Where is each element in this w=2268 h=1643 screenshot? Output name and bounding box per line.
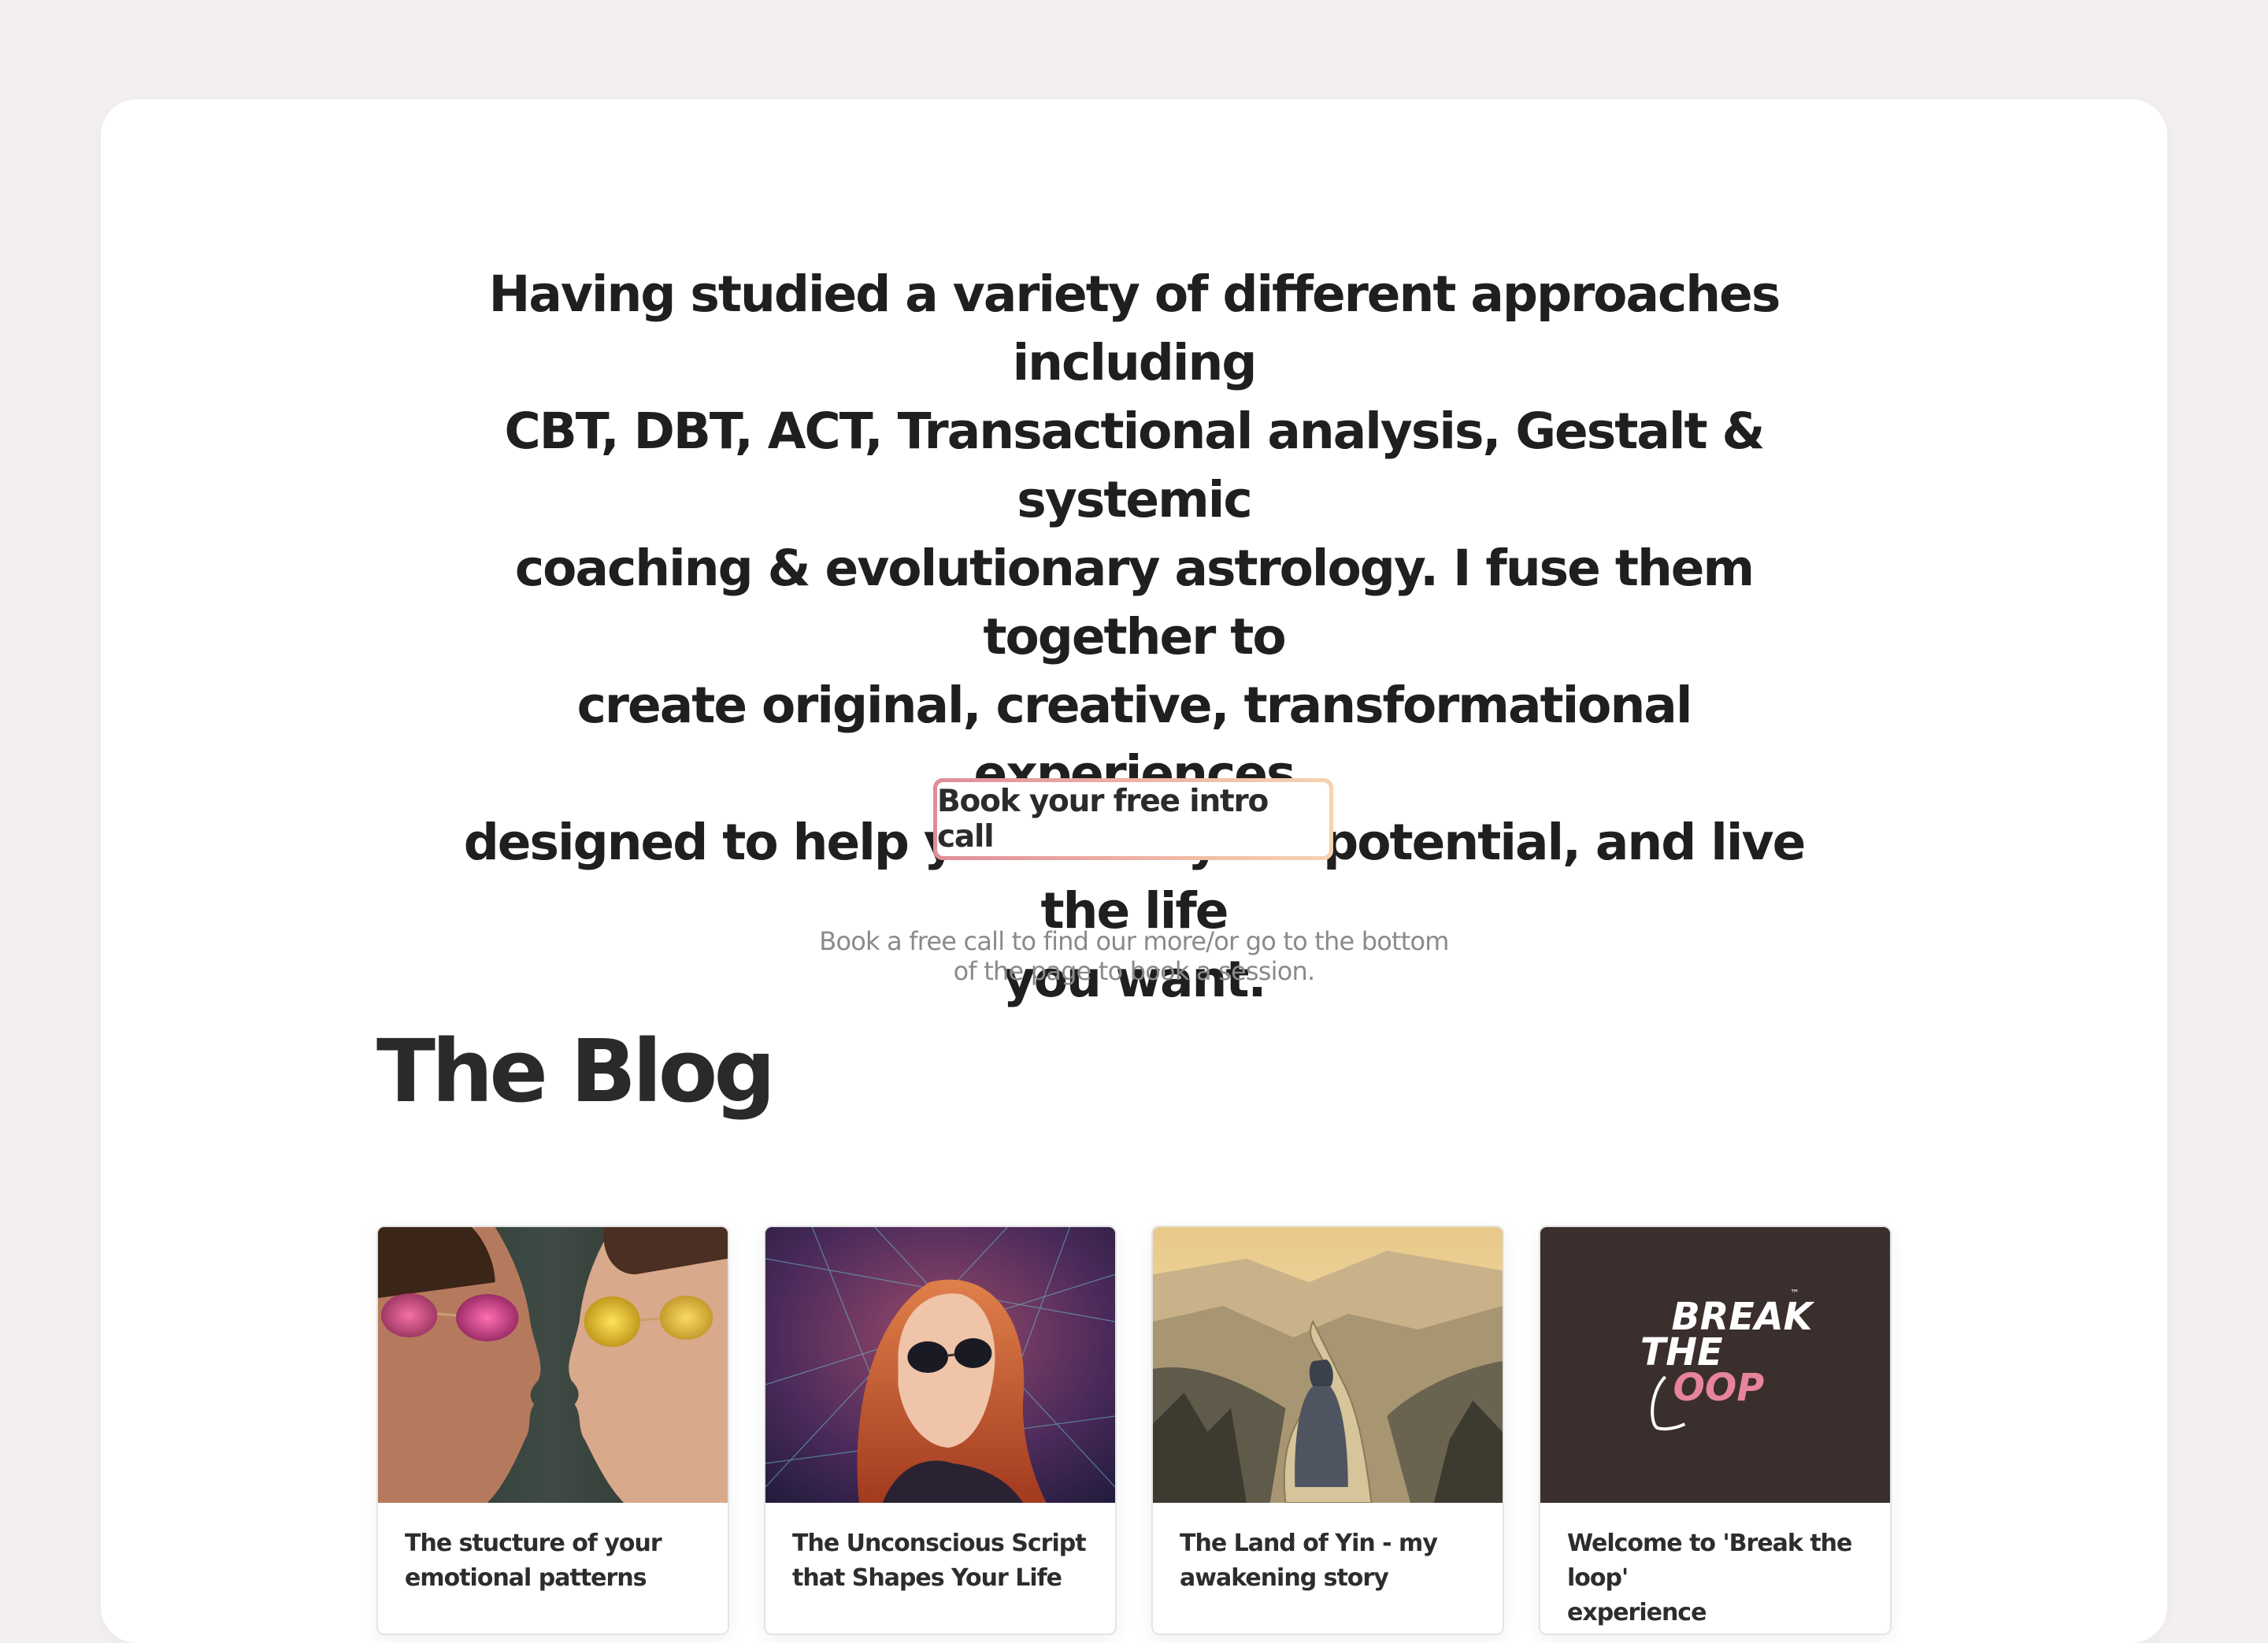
blog-post-title-line: The Land of Yin - my <box>1180 1530 1438 1557</box>
blog-post-title: Welcome to 'Break the loop' experience <box>1567 1526 1874 1630</box>
logo-trademark: ™ <box>1790 1288 1799 1299</box>
blog-heading: The Blog <box>376 1021 776 1122</box>
booking-note-line: Book a free call to find our more/or go … <box>819 926 1449 956</box>
blog-post-title: The Land of Yin - my awakening story <box>1180 1526 1487 1596</box>
booking-note: Book a free call to find our more/or go … <box>803 926 1465 986</box>
blog-post-title-line: that Shapes Your Life <box>792 1564 1062 1592</box>
cloaked-traveler-path-image <box>1153 1227 1503 1503</box>
blog-post-card[interactable]: The stucture of your emotional patterns <box>376 1226 729 1635</box>
intro-line: CBT, DBT, ACT, Transactional analysis, G… <box>504 402 1765 529</box>
book-intro-call-button[interactable]: Book your free intro call <box>933 778 1333 860</box>
blog-post-title-line: awakening story <box>1180 1564 1389 1592</box>
blog-post-card[interactable]: The Land of Yin - my awakening story <box>1151 1226 1504 1635</box>
intro-line: Having studied a variety of different ap… <box>488 265 1781 391</box>
blog-post-title-line: The Unconscious Script <box>792 1530 1087 1557</box>
blog-post-title: The Unconscious Script that Shapes Your … <box>792 1526 1099 1596</box>
blog-post-title-line: experience <box>1567 1599 1707 1626</box>
blog-post-title-line: Welcome to 'Break the loop' <box>1567 1530 1852 1592</box>
couple-sunglasses-image <box>378 1227 728 1503</box>
break-the-loop-logo-image: BREAK ™ THE OOP <box>1540 1227 1890 1503</box>
intro-paragraph: Having studied a variety of different ap… <box>441 260 1827 1014</box>
blog-post-title-line: The stucture of your <box>405 1530 662 1557</box>
blog-post-title-line: emotional patterns <box>405 1564 647 1592</box>
book-intro-call-label: Book your free intro call <box>937 782 1329 856</box>
logo-text-oop: OOP <box>1673 1367 1764 1410</box>
intro-line: coaching & evolutionary astrology. I fus… <box>514 540 1755 666</box>
woman-sunglasses-web-image <box>765 1227 1115 1503</box>
blog-post-title: The stucture of your emotional patterns <box>405 1526 712 1596</box>
booking-note-line: of the page to book a session. <box>953 956 1315 986</box>
blog-post-card[interactable]: BREAK ™ THE OOP Welcome to 'Break the lo… <box>1539 1226 1892 1635</box>
blog-post-card[interactable]: The Unconscious Script that Shapes Your … <box>764 1226 1117 1635</box>
